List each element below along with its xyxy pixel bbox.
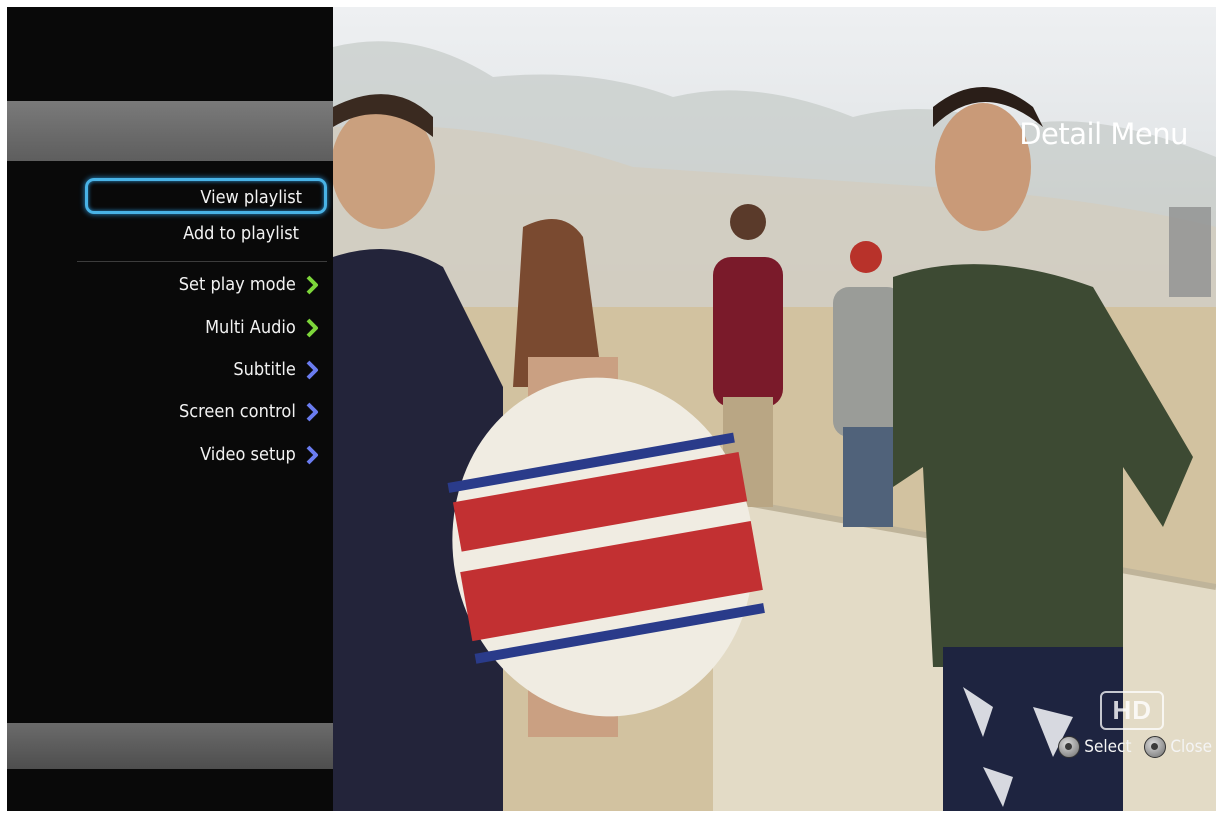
ok-button-icon [1058, 736, 1081, 758]
menu-item-label: Subtitle [233, 359, 296, 380]
menu-item-add-to-playlist[interactable]: Add to playlist [183, 217, 299, 251]
menu-footer-bar [7, 723, 333, 769]
close-hint-label: Close [1170, 737, 1212, 757]
chevron-right-icon [306, 360, 318, 380]
menu-title: Detail Menu [1019, 117, 1188, 151]
menu-divider [77, 261, 327, 262]
menu-item-screen-control[interactable]: Screen control [179, 395, 319, 429]
select-hint-label: Select [1084, 737, 1132, 757]
menu-item-video-setup[interactable]: Video setup [200, 438, 319, 472]
detail-menu-list: View playlist Add to playlist Set play m… [7, 7, 333, 811]
menu-item-label: Set play mode [178, 274, 296, 295]
menu-item-multi-audio[interactable]: Multi Audio [205, 311, 319, 345]
menu-item-label: Add to playlist [183, 223, 299, 244]
chevron-right-icon [306, 275, 318, 295]
menu-item-label: Screen control [178, 401, 296, 422]
menu-item-view-playlist[interactable]: View playlist [85, 178, 327, 214]
menu-item-label: Video setup [200, 444, 296, 465]
chevron-right-icon [306, 445, 318, 465]
chevron-right-icon [306, 402, 318, 422]
tv-screen: HD Detail Menu View playlist Add to play… [7, 7, 1216, 811]
menu-item-label: View playlist [200, 187, 302, 208]
return-button-icon [1144, 736, 1167, 758]
chevron-right-icon [306, 318, 318, 338]
menu-footer-hints: Select Close [1050, 733, 1212, 761]
menu-item-subtitle[interactable]: Subtitle [233, 353, 319, 387]
menu-item-label: Multi Audio [205, 317, 296, 338]
hd-badge: HD [1100, 691, 1164, 730]
menu-item-set-play-mode[interactable]: Set play mode [179, 268, 319, 302]
